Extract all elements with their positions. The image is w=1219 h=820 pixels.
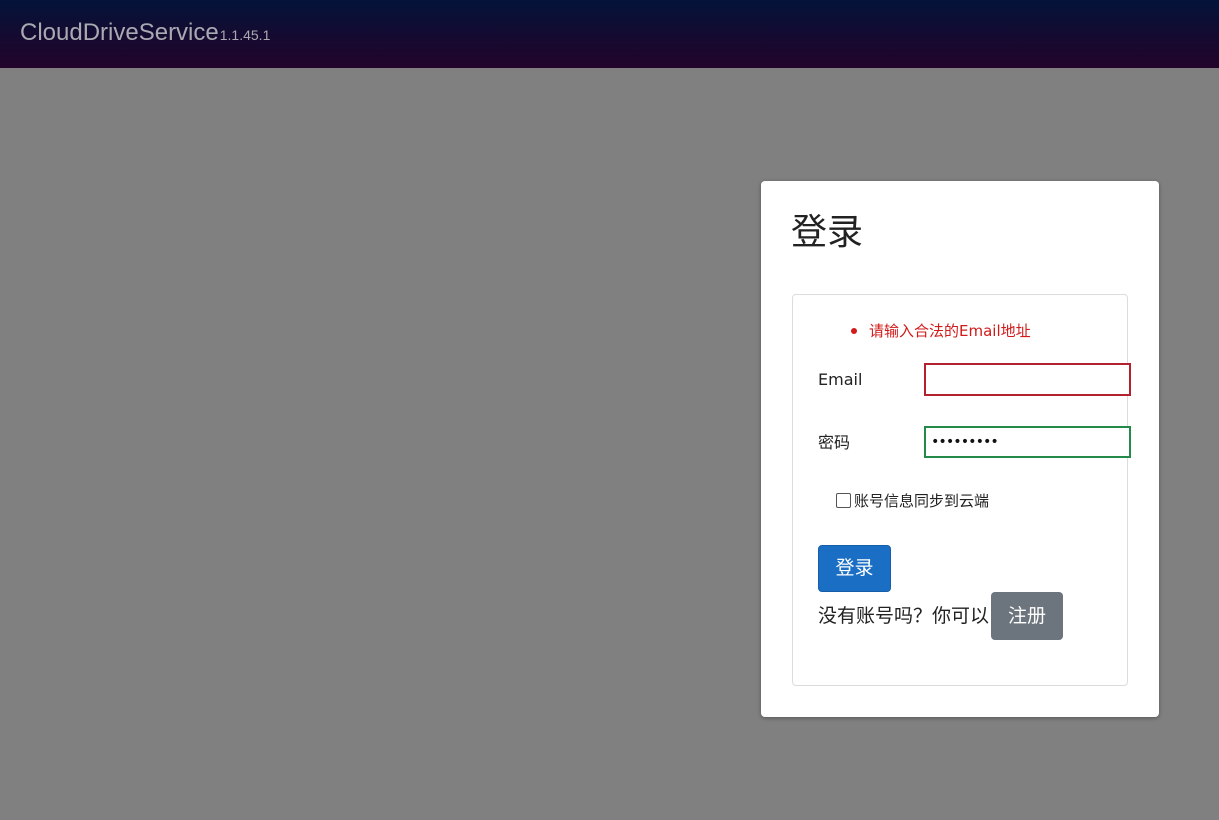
top-navbar: CloudDriveService1.1.45.1 xyxy=(0,0,1219,68)
no-account-text: 没有账号吗？你可以 xyxy=(818,605,990,627)
sync-checkbox[interactable] xyxy=(836,492,851,508)
brand-name[interactable]: CloudDriveService xyxy=(20,19,219,46)
brand[interactable]: CloudDriveService1.1.45.1 xyxy=(20,18,270,50)
email-label: Email xyxy=(818,370,863,389)
version-label: 1.1.45.1 xyxy=(219,27,271,43)
register-button[interactable]: 注册 xyxy=(991,592,1064,640)
login-button[interactable]: 登录 xyxy=(818,545,891,592)
sync-option[interactable]: 账号信息同步到云端 xyxy=(836,490,989,512)
sync-label[interactable]: 账号信息同步到云端 xyxy=(854,492,989,510)
login-card: 登录 请输入合法的Email地址 Email 密码 账号信息同步到云端 登录 没… xyxy=(761,181,1159,717)
validation-summary: 请输入合法的Email地址 xyxy=(849,321,1031,341)
password-field[interactable] xyxy=(924,426,1131,458)
validation-error: 请输入合法的Email地址 xyxy=(849,321,1031,341)
login-form: 请输入合法的Email地址 Email 密码 账号信息同步到云端 登录 没有账号… xyxy=(792,294,1131,686)
password-label: 密码 xyxy=(818,433,851,452)
login-title: 登录 xyxy=(791,212,864,253)
email-field[interactable] xyxy=(924,363,1131,396)
register-prompt: 没有账号吗？你可以 注册 xyxy=(818,592,1064,640)
